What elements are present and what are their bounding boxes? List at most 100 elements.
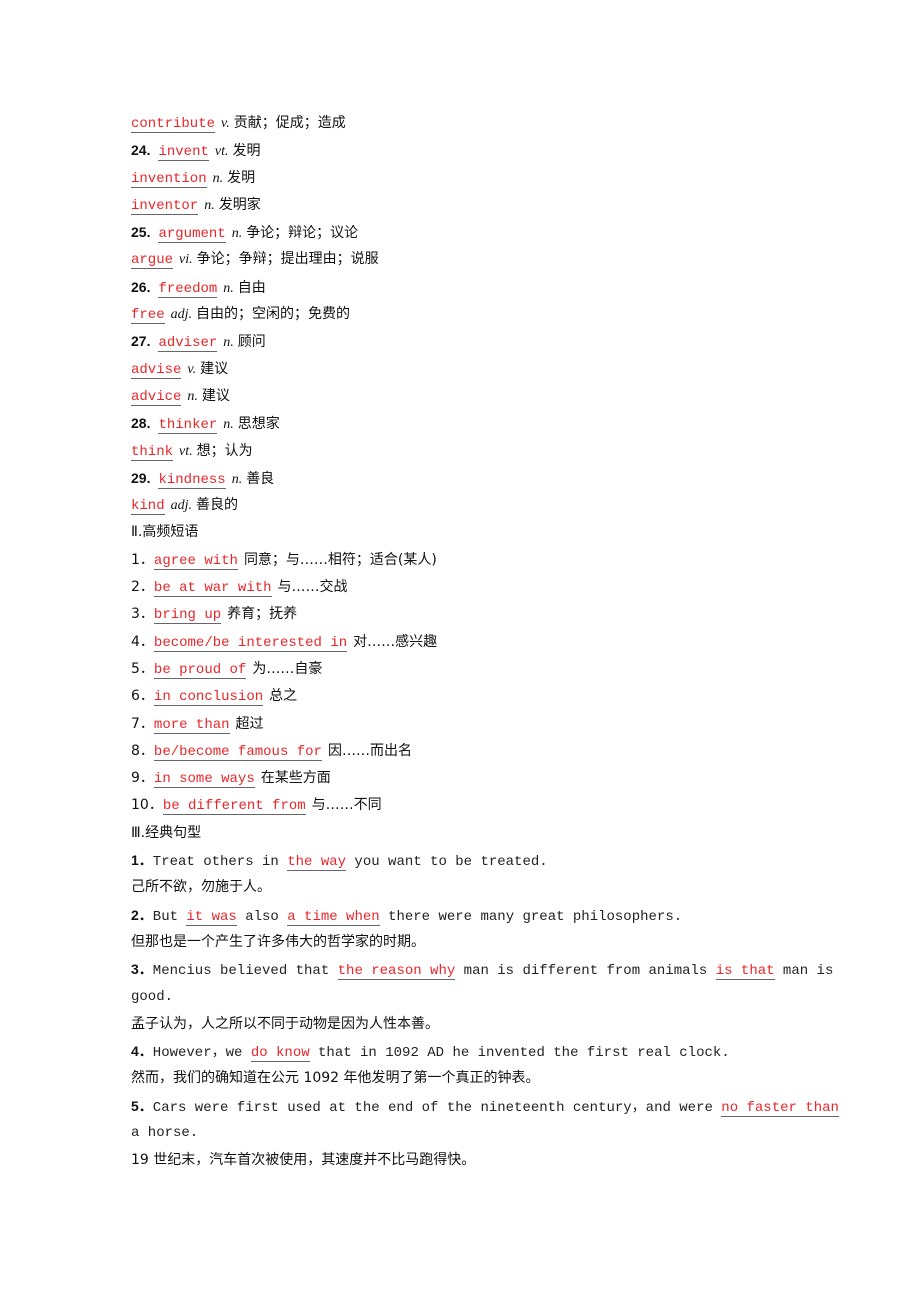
vocab-meaning: 自由	[237, 279, 266, 296]
entry-number: 29.	[131, 469, 151, 486]
sentence-text: man is different from animals	[455, 963, 716, 980]
phrase-entry: 4．become/be interested in 对……感兴趣	[131, 629, 831, 656]
answer-blank: the way	[287, 854, 347, 872]
part-of-speech: n.	[231, 226, 243, 242]
vocab-word: argue	[131, 252, 174, 270]
part-of-speech: vi.	[179, 252, 193, 268]
vocab-entry: 25. argument n. 争论；辩论；议论	[131, 219, 831, 246]
phrase-number: 5．	[131, 660, 154, 677]
answer-blank: do know	[250, 1045, 310, 1063]
sentence-text: But	[152, 908, 187, 925]
vocab-word: invention	[131, 170, 207, 188]
phrase-answer: in conclusion	[153, 689, 264, 707]
part-of-speech: n.	[223, 280, 234, 296]
entry-number: 27.	[131, 333, 151, 350]
sentence-5: 5．Cars were first used at the end of the…	[131, 1093, 839, 1120]
vocab-entry: advice n. 建议	[131, 383, 831, 410]
vocab-meaning: 顾问	[237, 334, 266, 351]
phrase-answer: agree with	[153, 552, 238, 570]
section-heading-sentences: Ⅲ.经典句型	[131, 824, 202, 841]
sentence-5-translation: 19 世纪末，汽车首次被使用，其速度并不比马跑得快。	[131, 1152, 476, 1169]
sentence-text: there were many great philosophers.	[379, 908, 683, 925]
phrase-meaning: 对……感兴趣	[353, 633, 438, 650]
vocab-entry: 29. kindness n. 善良	[131, 465, 831, 492]
vocab-meaning: 建议	[200, 360, 229, 377]
part-of-speech: n.	[187, 388, 198, 404]
sentence-4-translation: 然而，我们的确知道在公元 1092 年他发明了第一个真正的钟表。	[131, 1070, 540, 1087]
phrase-answer: be proud of	[153, 661, 247, 679]
section-heading-phrases: Ⅱ.高频短语	[131, 524, 199, 541]
part-of-speech: vt.	[214, 144, 229, 160]
phrase-answer: be at war with	[153, 580, 272, 598]
answer-blank: a time when	[287, 908, 380, 926]
sentence-3: 3．Mencius believed that the reason why m…	[131, 956, 834, 983]
vocab-entry: free adj. 自由的；空闲的；免费的	[131, 301, 831, 328]
entry-number: 28.	[131, 415, 151, 432]
sentence-number: 5．	[131, 1097, 153, 1114]
sentence-text: also	[236, 908, 288, 925]
sentence-2: 2．But it was also a time when there were…	[131, 902, 831, 929]
vocab-meaning: 发明	[232, 143, 261, 160]
vocab-word: advice	[131, 388, 182, 406]
phrase-meaning: 养育；抚养	[227, 606, 298, 623]
part-of-speech: n.	[223, 417, 234, 433]
phrase-number: 4．	[131, 633, 154, 650]
sentence-1: 1．Treat others in the way you want to be…	[131, 847, 831, 874]
phrase-number: 7．	[131, 715, 154, 732]
phrase-number: 3．	[131, 606, 154, 623]
phrase-meaning: 因……而出名	[327, 742, 412, 759]
vocab-entry: think vt. 想；认为	[131, 438, 831, 465]
phrase-answer: in some ways	[153, 771, 255, 789]
phrase-meaning: 超过	[235, 715, 264, 732]
phrase-entry: 10．be different from 与……不同	[131, 792, 831, 819]
vocab-entry: kind adj. 善良的	[131, 492, 831, 519]
vocab-word: inventor	[131, 197, 199, 215]
sentence-text: However，we	[152, 1045, 251, 1062]
vocab-word: thinker	[158, 417, 218, 435]
vocab-meaning: 贡献；促成；造成	[233, 115, 346, 131]
answer-blank: no faster than	[721, 1099, 839, 1117]
vocab-meaning: 争论；争辩；提出理由；说服	[196, 251, 379, 268]
phrase-meaning: 同意；与……相符；适合(某人)	[243, 551, 437, 568]
sentence-1-translation: 己所不欲，勿施于人。	[131, 879, 271, 896]
phrase-number: 1．	[131, 551, 154, 568]
sentence-text: Treat others in	[152, 854, 288, 871]
answer-blank: it was	[186, 908, 237, 926]
part-of-speech: adj.	[170, 307, 192, 323]
vocab-entry: 27. adviser n. 顾问	[131, 328, 831, 355]
phrase-meaning: 为……自豪	[252, 660, 323, 677]
phrase-entry: 5．be proud of 为……自豪	[131, 656, 831, 683]
vocab-entry: inventor n. 发明家	[131, 192, 831, 219]
vocab-meaning: 建议	[201, 387, 230, 404]
phrase-entry: 8．be/become famous for 因……而出名	[131, 738, 831, 765]
vocab-word: kindness	[158, 471, 226, 489]
part-of-speech: n.	[223, 335, 234, 351]
document-page: contribute v. 贡献；促成；造成 24. invent vt. 发明 invent…	[131, 110, 839, 1175]
part-of-speech: vt.	[179, 443, 193, 459]
answer-blank: the reason why	[337, 963, 456, 981]
phrase-number: 10．	[131, 797, 163, 814]
vocab-word: free	[131, 307, 165, 325]
phrase-meaning: 与……交战	[277, 579, 348, 596]
sentence-number: 3．	[131, 961, 153, 978]
phrase-entry: 6．in conclusion 总之	[131, 683, 831, 710]
answer-blank: is that	[715, 963, 775, 981]
sentence-4: 4．However，we do know that in 1092 AD he …	[131, 1038, 831, 1065]
phrase-answer: be/become famous for	[153, 743, 322, 761]
vocab-word: argument	[158, 226, 226, 244]
phrase-number: 9．	[131, 770, 154, 787]
phrase-meaning: 总之	[269, 688, 298, 705]
vocab-meaning: 思想家	[237, 416, 280, 433]
vocab-entry: 24. invent vt. 发明	[131, 137, 831, 164]
sentence-3-continued: good.	[131, 988, 174, 1005]
part-of-speech: adj.	[170, 498, 192, 514]
phrase-entry: 3．bring up 养育；抚养	[131, 601, 831, 628]
sentence-number: 2．	[131, 906, 153, 923]
phrase-entry: 2．be at war with 与……交战	[131, 574, 831, 601]
part-of-speech: v.	[187, 361, 197, 377]
vocab-word: adviser	[158, 335, 218, 353]
phrase-entry: 1．agree with 同意；与……相符；适合(某人)	[131, 547, 831, 574]
phrase-number: 8．	[131, 742, 154, 759]
sentence-text: man is	[774, 963, 834, 980]
vocab-word: kind	[131, 498, 165, 516]
